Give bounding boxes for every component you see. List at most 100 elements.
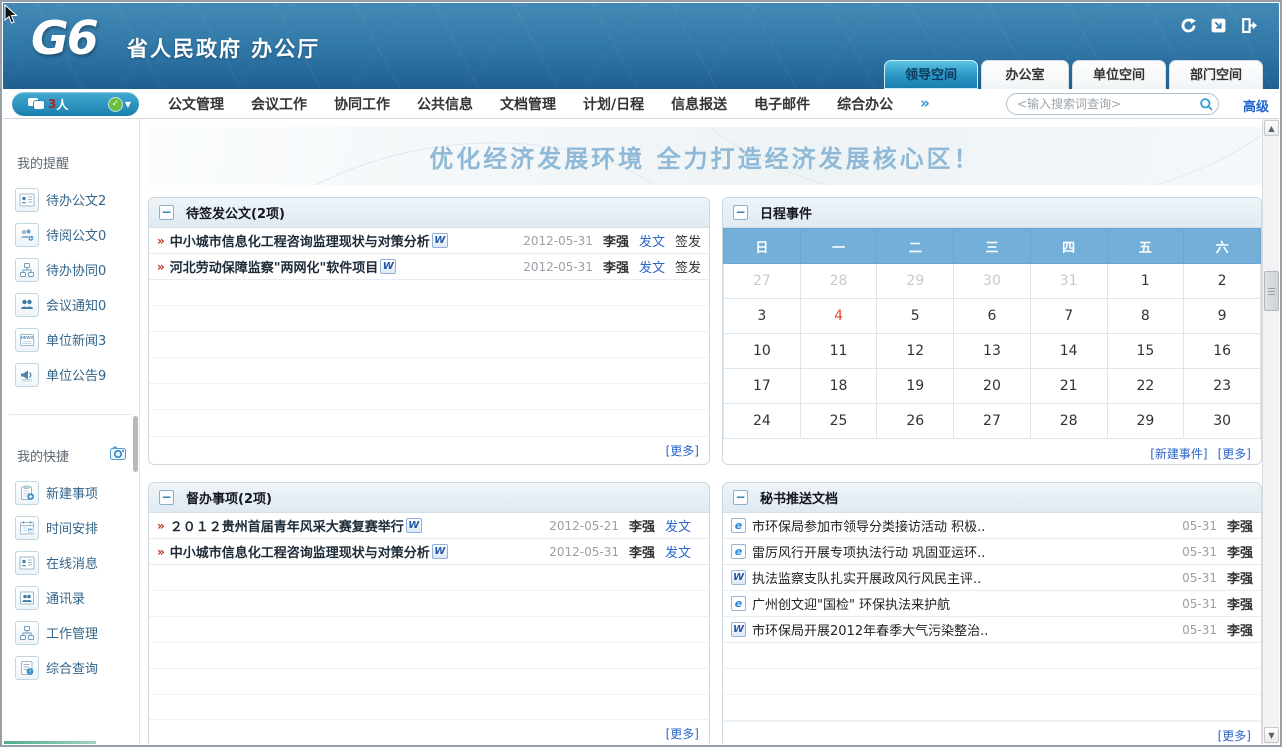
doc-title-link[interactable]: 中小城市信息化工程咨询监理现状与对策分析	[170, 542, 430, 561]
ie-doc-icon[interactable]: e	[731, 518, 746, 533]
word-doc-icon[interactable]: W	[432, 544, 448, 559]
calendar-day-cell[interactable]: 30	[1184, 404, 1261, 439]
scrollbar-thumb[interactable]	[1264, 271, 1279, 311]
more-link[interactable]: [更多]	[666, 725, 699, 742]
scroll-up-arrow-icon[interactable]: ▲	[1264, 120, 1279, 136]
ie-doc-icon[interactable]: e	[731, 596, 746, 611]
vertical-scrollbar[interactable]: ▲ ▼	[1262, 119, 1279, 744]
calendar-day-cell[interactable]: 5	[877, 299, 954, 334]
online-status-dropdown[interactable]: ✓ ▼	[109, 98, 131, 111]
doc-title-link[interactable]: ２０１２贵州首届青年风采大赛复赛举行	[170, 516, 404, 535]
doc-title-link[interactable]: 市环保局开展2012年春季大气污染整治..	[752, 620, 988, 639]
word-doc-icon[interactable]: W	[432, 233, 448, 248]
calendar-day-cell[interactable]: 28	[800, 264, 877, 299]
doc-title-link[interactable]: 执法监察支队扎实开展政风行风民主评..	[752, 568, 981, 587]
word-doc-icon[interactable]: W	[731, 622, 746, 637]
menu-more-chevron[interactable]: »	[920, 94, 930, 114]
calendar-day-cell[interactable]: 19	[877, 369, 954, 404]
calendar-day-cell[interactable]: 13	[954, 334, 1031, 369]
sidebar-item-contacts[interactable]: 通讯录	[3, 580, 139, 615]
advanced-search-link[interactable]: 高级	[1243, 96, 1269, 115]
sidebar-item-meeting-notice[interactable]: 会议通知0	[3, 287, 139, 322]
calendar-day-cell[interactable]: 23	[1184, 369, 1261, 404]
calendar-day-cell[interactable]: 7	[1030, 299, 1107, 334]
doc-title-link[interactable]: 中小城市信息化工程咨询监理现状与对策分析	[170, 231, 430, 250]
sidebar-item-time-schedule[interactable]: 时间安排	[3, 510, 139, 545]
online-users-button[interactable]: 3 人 ✓ ▼	[12, 92, 139, 116]
calendar-day-cell[interactable]: 10	[724, 334, 801, 369]
calendar-day-cell-today[interactable]: 4	[800, 299, 877, 334]
calendar-day-cell[interactable]: 27	[954, 404, 1031, 439]
refresh-icon[interactable]	[1179, 16, 1197, 34]
sidebar-item-online-messages[interactable]: 在线消息	[3, 545, 139, 580]
calendar-day-cell[interactable]: 2	[1184, 264, 1261, 299]
tab-leader-space[interactable]: 领导空间	[884, 60, 978, 89]
sidebar-splitter-handle[interactable]	[133, 416, 138, 472]
calendar-day-cell[interactable]: 24	[724, 404, 801, 439]
doc-title-link[interactable]: 广州创文迎"国检" 环保执法来护航	[752, 594, 950, 613]
sidebar-item-unread-docs[interactable]: 待阅公文0	[3, 217, 139, 252]
calendar-day-cell[interactable]: 11	[800, 334, 877, 369]
calendar-day-cell[interactable]: 26	[877, 404, 954, 439]
word-doc-icon[interactable]: W	[731, 570, 746, 585]
search-input[interactable]	[1017, 97, 1199, 111]
more-link[interactable]: [更多]	[1218, 727, 1251, 744]
calendar-day-cell[interactable]: 3	[724, 299, 801, 334]
menu-general-office[interactable]: 综合办公	[837, 94, 893, 114]
calendar-day-cell[interactable]: 31	[1030, 264, 1107, 299]
calendar-day-cell[interactable]: 12	[877, 334, 954, 369]
sidebar-item-todo-docs[interactable]: 待办公文2	[3, 182, 139, 217]
collapse-icon[interactable]: −	[733, 490, 748, 505]
more-link[interactable]: [更多]	[666, 442, 699, 459]
calendar-day-cell[interactable]: 27	[724, 264, 801, 299]
more-link[interactable]: [更多]	[1218, 445, 1251, 462]
customize-icon[interactable]	[109, 445, 127, 465]
menu-plan-schedule[interactable]: 计划/日程	[583, 94, 644, 114]
tab-office[interactable]: 办公室	[981, 60, 1069, 89]
calendar-day-cell[interactable]: 16	[1184, 334, 1261, 369]
collapse-icon[interactable]: −	[159, 490, 174, 505]
doc-title-link[interactable]: 河北劳动保障监察"两网化"软件项目	[170, 257, 379, 276]
menu-file-management[interactable]: 文档管理	[500, 94, 556, 114]
calendar-day-cell[interactable]: 8	[1107, 299, 1184, 334]
menu-document-management[interactable]: 公文管理	[168, 94, 224, 114]
calendar-day-cell[interactable]: 21	[1030, 369, 1107, 404]
calendar-day-cell[interactable]: 25	[800, 404, 877, 439]
ie-doc-icon[interactable]: e	[731, 544, 746, 559]
menu-meeting-work[interactable]: 会议工作	[251, 94, 307, 114]
window-restore-icon[interactable]	[1209, 16, 1227, 34]
tab-department-space[interactable]: 部门空间	[1169, 60, 1263, 89]
logout-icon[interactable]	[1239, 16, 1257, 34]
sign-issue-link[interactable]: 签发	[675, 257, 701, 276]
collapse-icon[interactable]: −	[733, 205, 748, 220]
new-event-link[interactable]: [新建事件]	[1150, 445, 1207, 462]
word-doc-icon[interactable]: W	[406, 518, 422, 533]
calendar-day-cell[interactable]: 28	[1030, 404, 1107, 439]
sidebar-item-unit-news[interactable]: NEWS 单位新闻3	[3, 322, 139, 357]
calendar-day-cell[interactable]: 14	[1030, 334, 1107, 369]
doc-title-link[interactable]: 雷厉风行开展专项执法行动 巩固亚运环..	[752, 542, 985, 561]
calendar-day-cell[interactable]: 30	[954, 264, 1031, 299]
sidebar-item-work-management[interactable]: 工作管理	[3, 615, 139, 650]
collapse-icon[interactable]: −	[159, 205, 174, 220]
scroll-down-arrow-icon[interactable]: ▼	[1264, 727, 1279, 743]
send-doc-link[interactable]: 发文	[639, 231, 665, 250]
tab-unit-space[interactable]: 单位空间	[1072, 60, 1166, 89]
calendar-day-cell[interactable]: 15	[1107, 334, 1184, 369]
calendar-day-cell[interactable]: 18	[800, 369, 877, 404]
menu-email[interactable]: 电子邮件	[754, 94, 810, 114]
sidebar-item-new-item[interactable]: 新建事项	[3, 475, 139, 510]
calendar-day-cell[interactable]: 29	[877, 264, 954, 299]
calendar-day-cell[interactable]: 17	[724, 369, 801, 404]
search-icon[interactable]	[1199, 97, 1214, 112]
menu-info-report[interactable]: 信息报送	[671, 94, 727, 114]
calendar-day-cell[interactable]: 1	[1107, 264, 1184, 299]
menu-public-info[interactable]: 公共信息	[417, 94, 473, 114]
sidebar-item-general-query[interactable]: ! 综合查询	[3, 650, 139, 685]
sidebar-item-unit-notice[interactable]: 单位公告9	[3, 357, 139, 392]
word-doc-icon[interactable]: W	[380, 259, 396, 274]
send-doc-link[interactable]: 发文	[639, 257, 665, 276]
calendar-day-cell[interactable]: 22	[1107, 369, 1184, 404]
calendar-day-cell[interactable]: 29	[1107, 404, 1184, 439]
calendar-day-cell[interactable]: 6	[954, 299, 1031, 334]
